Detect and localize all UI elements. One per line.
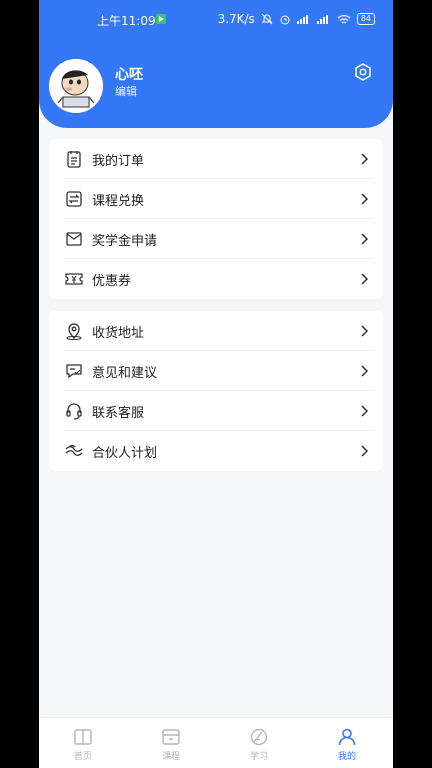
menu-item-label: 课程兑换: [92, 194, 145, 209]
menu-item-address[interactable]: 收货地址: [49, 311, 383, 351]
menu-item-label: 合伙人计划: [92, 446, 158, 461]
tab-label: 学习: [249, 752, 268, 762]
menu-item-feedback[interactable]: 意见和建议: [49, 351, 383, 391]
net-speed: 3.7K/s: [217, 12, 255, 26]
menu-item-label: 收货地址: [92, 326, 145, 341]
mute-bell-icon: [261, 13, 273, 25]
phone-screen: 上午11:09 3.7K/s 84 心呸 编辑 我的订单 课程兑换 奖学金申请 …: [39, 0, 393, 768]
menu-item-label: 联系客服: [92, 406, 145, 421]
menu-item-partner-plan[interactable]: 合伙人计划: [49, 431, 383, 471]
chevron-right-icon: [361, 405, 369, 417]
chevron-right-icon: [361, 325, 369, 337]
bottom-tab-bar: 首页 课程 学习 我的: [39, 717, 393, 768]
menu-item-coupons[interactable]: 优惠券: [49, 259, 383, 299]
profile-header: 上午11:09 3.7K/s 84 心呸 编辑: [39, 0, 393, 128]
partner-icon: [65, 444, 83, 456]
course-icon: [162, 729, 180, 745]
chevron-right-icon: [361, 273, 369, 285]
profile-icon: [338, 728, 356, 746]
menu-item-label: 我的订单: [92, 154, 145, 169]
avatar[interactable]: [49, 59, 103, 113]
tab-profile[interactable]: 我的: [303, 718, 391, 768]
chevron-right-icon: [361, 365, 369, 377]
order-icon: [67, 151, 81, 168]
study-icon: [250, 728, 268, 746]
signal-2-icon: [316, 14, 331, 24]
chevron-right-icon: [361, 153, 369, 165]
menu-item-label: 意见和建议: [92, 366, 158, 381]
menu-item-scholarship[interactable]: 奖学金申请: [49, 219, 383, 259]
menu-item-course-exchange[interactable]: 课程兑换: [49, 179, 383, 219]
tab-label: 首页: [73, 752, 92, 762]
envelope-icon: [66, 232, 82, 246]
menu-item-customer-service[interactable]: 联系客服: [49, 391, 383, 431]
menu-item-label: 优惠券: [92, 274, 132, 289]
location-icon: [66, 323, 82, 340]
wifi-icon: [337, 14, 351, 24]
tab-courses[interactable]: 课程: [127, 718, 215, 768]
alarm-icon: [280, 15, 290, 25]
tab-study[interactable]: 学习: [215, 718, 303, 768]
chevron-right-icon: [361, 445, 369, 457]
media-play-icon: [156, 14, 166, 24]
feedback-icon: [66, 364, 82, 379]
signal-icon: [296, 14, 311, 24]
menu-item-orders[interactable]: 我的订单: [49, 139, 383, 179]
settings-icon[interactable]: [353, 62, 373, 82]
coupon-icon: [65, 273, 83, 285]
chevron-right-icon: [361, 193, 369, 205]
exchange-icon: [66, 191, 82, 207]
home-book-icon: [74, 729, 92, 745]
edit-profile-link[interactable]: 编辑: [115, 83, 137, 99]
battery-icon: 84: [356, 13, 375, 25]
tab-home[interactable]: 首页: [39, 718, 127, 768]
status-bar: 上午11:09 3.7K/s 84: [39, 10, 393, 30]
status-time: 上午11:09: [97, 14, 156, 28]
chevron-right-icon: [361, 233, 369, 245]
menu-card-2: 收货地址 意见和建议 联系客服 合伙人计划: [49, 311, 383, 471]
menu-item-label: 奖学金申请: [92, 234, 158, 249]
menu-card-1: 我的订单 课程兑换 奖学金申请 优惠券: [49, 139, 383, 299]
tab-label: 课程: [161, 752, 180, 762]
tab-label: 我的: [337, 752, 356, 762]
username: 心呸: [115, 67, 143, 83]
headset-icon: [66, 403, 82, 420]
